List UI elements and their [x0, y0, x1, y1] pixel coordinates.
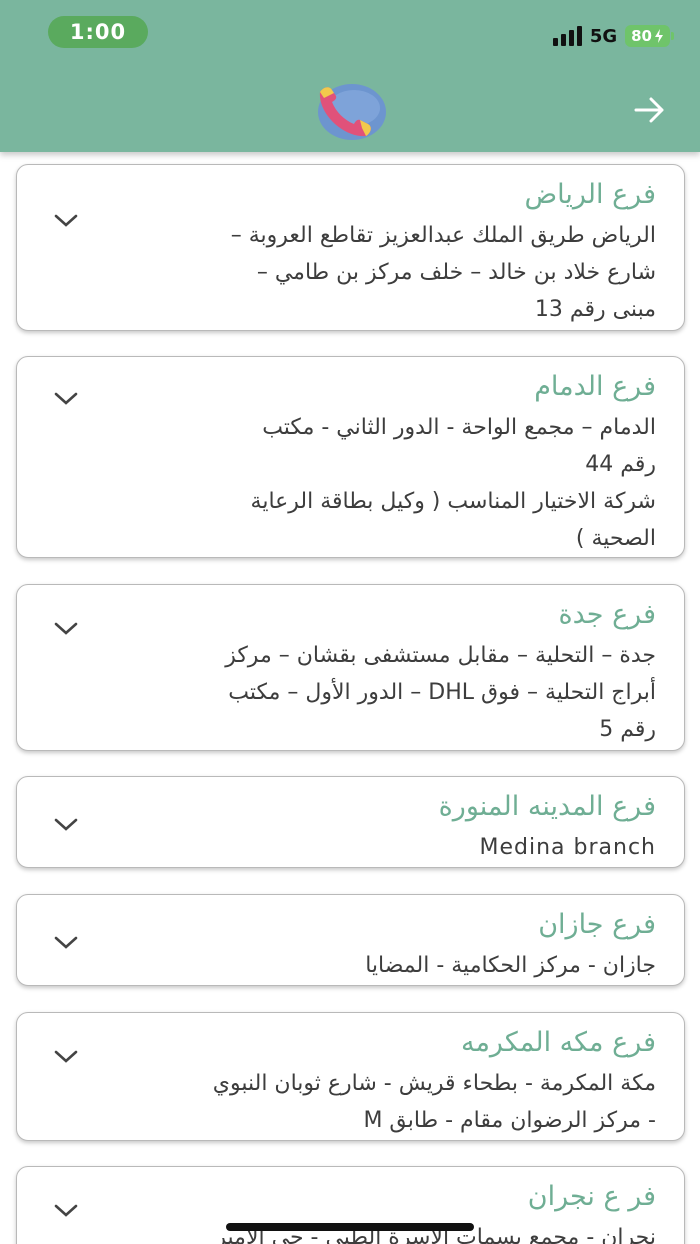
address-line: جازان - مركز الحكامية - المضايا — [365, 953, 656, 978]
branch-address: Medina branch — [96, 829, 656, 866]
address-line: شارع خلاد بن خالد – خلف مركز بن طامي – — [256, 260, 656, 285]
phone-globe-icon — [318, 84, 386, 140]
network-label: 5G — [589, 25, 618, 47]
branch-title: فرع الدمام — [534, 371, 656, 402]
branch-title: فرع مكه المكرمه — [460, 1027, 656, 1058]
address-line: مبنى رقم 13 — [534, 297, 656, 322]
address-line: Medina branch — [479, 835, 656, 860]
signal-icon — [552, 26, 582, 46]
app-header: 1:00 5G 80 — [0, 0, 700, 152]
chevron-down-icon — [54, 392, 78, 405]
branch-card-jeddah[interactable]: فرع جدة جدة – التحلية – مقابل مستشفى بقش… — [16, 584, 685, 751]
branch-title: فر ع نجران — [527, 1181, 656, 1212]
address-line: رقم 44 — [585, 452, 656, 477]
branch-address: الدمام – مجمع الواحة - الدور الثاني - مك… — [96, 409, 656, 557]
branch-card-riyadh[interactable]: فرع الرياض الرياض طريق الملك عبدالعزيز ت… — [16, 164, 685, 331]
address-line: الرياض طريق الملك عبدالعزيز تقاطع العروب… — [230, 223, 656, 248]
address-line: مكة المكرمة - بطحاء قريش - شارع ثوبان ال… — [212, 1071, 656, 1096]
branch-title: فرع جازان — [538, 909, 656, 940]
address-line: رقم 5 — [599, 717, 656, 742]
branch-address: مكة المكرمة - بطحاء قريش - شارع ثوبان ال… — [96, 1065, 656, 1139]
status-time: 1:00 — [48, 16, 148, 48]
address-line: الصحية ) — [575, 526, 656, 551]
arrow-right-icon[interactable] — [632, 92, 668, 128]
status-bar-right: 5G 80 — [552, 22, 674, 50]
charging-icon — [655, 29, 663, 43]
branch-address: جازان - مركز الحكامية - المضايا — [96, 947, 656, 984]
branch-title: فرع المدينه المنورة — [438, 791, 656, 822]
home-indicator[interactable] — [226, 1223, 474, 1231]
branch-card-jazan[interactable]: فرع جازان جازان - مركز الحكامية - المضاي… — [16, 894, 685, 986]
branch-address: الرياض طريق الملك عبدالعزيز تقاطع العروب… — [96, 217, 656, 328]
chevron-down-icon — [54, 1204, 78, 1217]
branch-title: فرع جدة — [558, 599, 656, 630]
chevron-down-icon — [54, 818, 78, 831]
branch-card-makkah[interactable]: فرع مكه المكرمه مكة المكرمة - بطحاء قريش… — [16, 1012, 685, 1141]
screen: 1:00 5G 80 فرع الرياض الرياض طريق الملك … — [0, 0, 700, 1244]
branch-card-najran[interactable]: فر ع نجران نجران - مجمع بسمات الاسرة الط… — [16, 1166, 685, 1244]
address-line: الدمام – مجمع الواحة - الدور الثاني - مك… — [262, 415, 656, 440]
address-line: شركة الاختيار المناسب ( وكيل بطاقة الرعا… — [250, 489, 656, 514]
chevron-down-icon — [54, 214, 78, 227]
battery-level: 80 — [631, 27, 652, 45]
chevron-down-icon — [54, 622, 78, 635]
chevron-down-icon — [54, 1050, 78, 1063]
address-line: - مركز الرضوان مقام - طابق M — [363, 1108, 656, 1133]
branch-address: جدة – التحلية – مقابل مستشفى بقشان – مرك… — [96, 637, 656, 748]
branch-card-dammam[interactable]: فرع الدمام الدمام – مجمع الواحة - الدور … — [16, 356, 685, 558]
address-line: جدة – التحلية – مقابل مستشفى بقشان – مرك… — [225, 643, 656, 668]
address-line: أبراج التحلية – فوق DHL – الدور الأول – … — [228, 680, 656, 705]
branch-title: فرع الرياض — [524, 179, 656, 210]
chevron-down-icon — [54, 936, 78, 949]
battery-icon: 80 — [625, 25, 674, 47]
branch-card-medina[interactable]: فرع المدينه المنورة Medina branch — [16, 776, 685, 868]
